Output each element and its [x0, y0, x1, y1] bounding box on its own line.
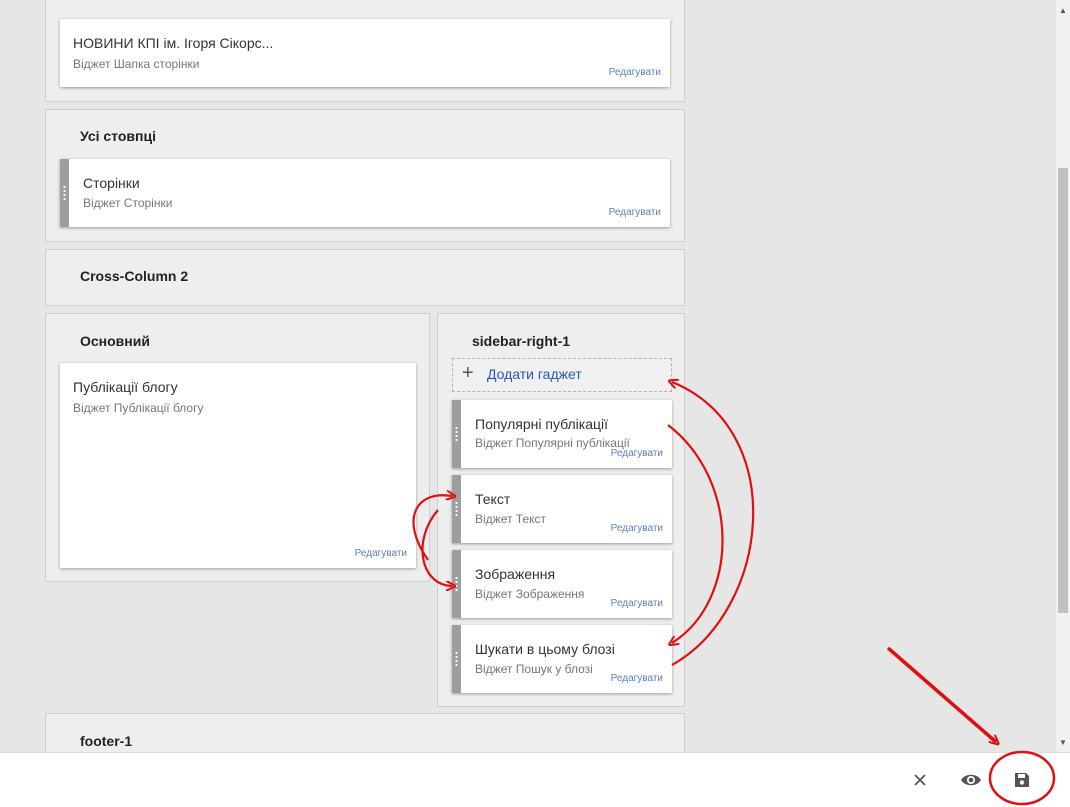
sidebar-right-1-section: sidebar-right-1 + Додати гаджет Популярн…	[437, 313, 685, 707]
edit-link[interactable]: Редагувати	[611, 673, 663, 684]
scrollbar-thumb[interactable]	[1058, 168, 1068, 613]
cross-column-2-section: Cross-Column 2	[45, 249, 685, 306]
drag-handle[interactable]	[452, 550, 461, 618]
close-icon	[914, 774, 926, 786]
header-section: НОВИНИ КПІ ім. Ігоря Сікорс... Віджет Ша…	[45, 0, 685, 102]
widget-card-header[interactable]: НОВИНИ КПІ ім. Ігоря Сікорс... Віджет Ша…	[60, 19, 670, 87]
drag-handle[interactable]	[60, 159, 69, 227]
drag-handle[interactable]	[452, 475, 461, 543]
add-gadget-button[interactable]: + Додати гаджет	[452, 358, 672, 392]
drag-handle[interactable]	[452, 625, 461, 693]
save-icon	[1015, 773, 1029, 787]
widget-name: Зображення	[475, 566, 556, 582]
add-gadget-label: Додати гаджет	[487, 366, 582, 382]
edit-link[interactable]: Редагувати	[611, 598, 663, 609]
save-button[interactable]	[1007, 765, 1037, 795]
widget-name: Популярні публікації	[475, 416, 609, 432]
widget-description: Віджет Популярні публікації	[475, 436, 630, 450]
widget-card-image[interactable]: Зображення Віджет Зображення Редагувати	[452, 550, 672, 618]
widget-card-popular-posts[interactable]: Популярні публікації Віджет Популярні пу…	[452, 400, 672, 468]
widget-card-blog-posts[interactable]: Публікації блогу Віджет Публікації блогу…	[60, 363, 416, 568]
edit-link[interactable]: Редагувати	[611, 523, 663, 534]
vertical-scrollbar[interactable]: ▲ ▼	[1056, 0, 1070, 752]
widget-description: Віджет Шапка сторінки	[73, 57, 200, 71]
edit-link[interactable]: Редагувати	[355, 548, 407, 559]
plus-icon: +	[462, 362, 474, 384]
widget-card-search[interactable]: Шукати в цьому блозі Віджет Пошук у блоз…	[452, 625, 672, 693]
widget-name: Шукати в цьому блозі	[475, 641, 615, 657]
edit-link[interactable]: Редагувати	[609, 67, 661, 78]
bottom-toolbar	[0, 752, 1070, 807]
preview-button[interactable]	[956, 765, 986, 795]
widget-card-pages[interactable]: Сторінки Віджет Сторінки Редагувати	[60, 159, 670, 227]
edit-link[interactable]: Редагувати	[609, 207, 661, 218]
close-button[interactable]	[905, 765, 935, 795]
widget-name: Публікації блогу	[73, 379, 178, 395]
scroll-up-arrow-icon[interactable]: ▲	[1056, 4, 1070, 18]
all-columns-section: Усі стовпці Сторінки Віджет Сторінки Ред…	[45, 109, 685, 242]
scroll-down-arrow-icon[interactable]: ▼	[1056, 736, 1070, 750]
widget-name: Текст	[475, 491, 511, 507]
widget-description: Віджет Зображення	[475, 587, 585, 601]
widget-description: Віджет Пошук у блозі	[475, 662, 593, 676]
annotation-arrow-to-save	[886, 646, 996, 742]
widget-name: НОВИНИ КПІ ім. Ігоря Сікорс...	[73, 35, 274, 51]
section-title: sidebar-right-1	[472, 333, 571, 349]
eye-icon	[961, 774, 981, 786]
widget-description: Віджет Публікації блогу	[73, 401, 204, 415]
widget-description: Віджет Текст	[475, 512, 547, 526]
drag-handle[interactable]	[452, 400, 461, 468]
widget-card-text[interactable]: Текст Віджет Текст Редагувати	[452, 475, 672, 543]
section-title: Усі стовпці	[80, 128, 156, 144]
section-title: Cross-Column 2	[80, 268, 189, 284]
edit-link[interactable]: Редагувати	[611, 448, 663, 459]
widget-name: Сторінки	[83, 175, 140, 191]
section-title: footer-1	[80, 733, 133, 749]
section-title: Основний	[80, 333, 150, 349]
widget-description: Віджет Сторінки	[83, 196, 173, 210]
main-section: Основний Публікації блогу Віджет Публіка…	[45, 313, 430, 582]
